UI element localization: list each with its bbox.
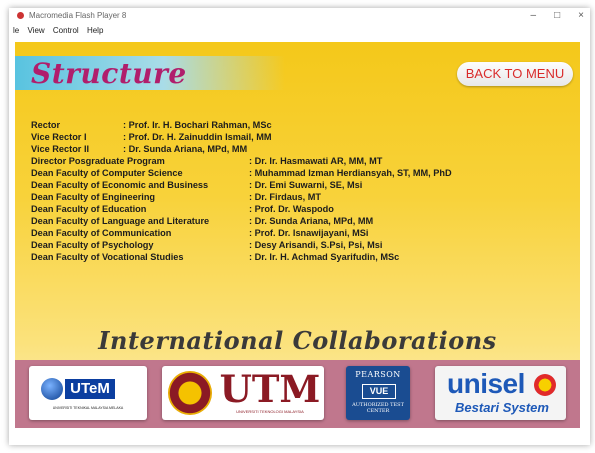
list-item: Dean Faculty of Language and Literature …	[31, 215, 571, 227]
person-name: : Prof. Dr. H. Zainuddin Ismail, MM	[123, 132, 272, 142]
role-label: Dean Faculty of Engineering	[31, 192, 156, 202]
person-name: : Desy Arisandi, S.Psi, Psi, Msi	[249, 240, 383, 250]
list-item: Rector : Prof. Ir. H. Bochari Rahman, MS…	[31, 119, 571, 131]
unisel-crest-icon	[534, 374, 556, 396]
unisel-logo[interactable]: unisel Bestari System	[435, 366, 566, 420]
page-title: Structure	[31, 57, 187, 90]
role-label: Vice Rector I	[31, 132, 87, 142]
person-name: : Muhammad Izman Herdiansyah, ST, MM, Ph…	[249, 168, 452, 178]
title-bar: Macromedia Flash Player 8 – □ ×	[9, 8, 590, 24]
list-item: Dean Faculty of Computer Science : Muham…	[31, 167, 571, 179]
person-name: : Prof. Ir. H. Bochari Rahman, MSc	[123, 120, 272, 130]
utm-subtitle: UNIVERSITI TEKNOLOGI MALAYSIA	[236, 409, 304, 414]
menu-control[interactable]: Control	[53, 26, 79, 35]
person-name: : Dr. Ir. Hasmawati AR, MM, MT	[249, 156, 383, 166]
utem-subtitle: UNIVERSITI TEKNIKAL MALAYSIA MELAKA	[52, 406, 124, 410]
unisel-subtitle: Bestari System	[455, 400, 549, 415]
role-label: Dean Faculty of Language and Literature	[31, 216, 210, 226]
list-item: Dean Faculty of Education : Prof. Dr. Wa…	[31, 203, 571, 215]
utm-logo[interactable]: UTM UNIVERSITI TEKNOLOGI MALAYSIA	[162, 366, 324, 420]
structure-list: Rector : Prof. Ir. H. Bochari Rahman, MS…	[31, 119, 571, 263]
utm-crest-icon	[168, 371, 212, 415]
role-label: Dean Faculty of Psychology	[31, 240, 154, 250]
menu-bar: le View Control Help	[9, 24, 590, 38]
maximize-button[interactable]: □	[554, 8, 560, 24]
list-item: Director Posgraduate Program : Dr. Ir. H…	[31, 155, 571, 167]
person-name: : Dr. Sunda Ariana, MPd, MM	[249, 216, 374, 226]
back-to-menu-button[interactable]: BACK TO MENU	[457, 62, 573, 86]
list-item: Dean Faculty of Engineering : Dr. Firdau…	[31, 191, 571, 203]
menu-help[interactable]: Help	[87, 26, 103, 35]
role-label: Dean Faculty of Vocational Studies	[31, 252, 184, 262]
list-item: Vice Rector II : Dr. Sunda Ariana, MPd, …	[31, 143, 571, 155]
list-item: Dean Faculty of Communication : Prof. Dr…	[31, 227, 571, 239]
role-label: Director Posgraduate Program	[31, 156, 165, 166]
vue-wordmark: VUE	[362, 384, 396, 399]
person-name: : Dr. Firdaus, MT	[249, 192, 321, 202]
role-label: Rector	[31, 120, 61, 130]
minimize-button[interactable]: –	[531, 8, 537, 24]
pearson-wordmark: PEARSON	[355, 370, 401, 379]
utem-wordmark: UTeM	[65, 379, 115, 399]
utem-logo[interactable]: UTeM UNIVERSITI TEKNIKAL MALAYSIA MELAKA	[29, 366, 147, 420]
unisel-wordmark: unisel	[447, 368, 525, 399]
window-title: Macromedia Flash Player 8	[29, 11, 127, 20]
role-label: Dean Faculty of Education	[31, 204, 147, 214]
collaborations-title: International Collaborations	[98, 326, 497, 355]
person-name: : Dr. Emi Suwarni, SE, Msi	[249, 180, 363, 190]
menu-file[interactable]: le	[13, 26, 19, 35]
list-item: Dean Faculty of Vocational Studies : Dr.…	[31, 251, 571, 263]
list-item: Dean Faculty of Psychology : Desy Arisan…	[31, 239, 571, 251]
list-item: Dean Faculty of Economic and Business : …	[31, 179, 571, 191]
role-label: Dean Faculty of Computer Science	[31, 168, 183, 178]
menu-view[interactable]: View	[27, 26, 44, 35]
pearson-subtitle: AUTHORIZED TEST CENTER	[352, 402, 404, 414]
close-button[interactable]: ×	[578, 8, 584, 24]
window-controls: – □ ×	[531, 8, 584, 24]
person-name: : Prof. Dr. Isnawijayani, MSi	[249, 228, 369, 238]
person-name: : Prof. Dr. Waspodo	[249, 204, 334, 214]
partner-logo-strip: UTeM UNIVERSITI TEKNIKAL MALAYSIA MELAKA…	[15, 360, 580, 428]
role-label: Dean Faculty of Communication	[31, 228, 172, 238]
pearson-vue-logo[interactable]: PEARSON VUE AUTHORIZED TEST CENTER	[346, 366, 410, 420]
person-name: : Dr. Ir. H. Achmad Syarifudin, MSc	[249, 252, 400, 262]
list-item: Vice Rector I : Prof. Dr. H. Zainuddin I…	[31, 131, 571, 143]
flash-app-icon	[17, 12, 24, 19]
utm-wordmark: UTM	[219, 367, 321, 411]
flash-stage: Structure BACK TO MENU Rector : Prof. Ir…	[15, 42, 580, 428]
globe-icon	[41, 378, 63, 400]
role-label: Vice Rector II	[31, 144, 90, 154]
person-name: : Dr. Sunda Ariana, MPd, MM	[123, 144, 248, 154]
role-label: Dean Faculty of Economic and Business	[31, 180, 209, 190]
